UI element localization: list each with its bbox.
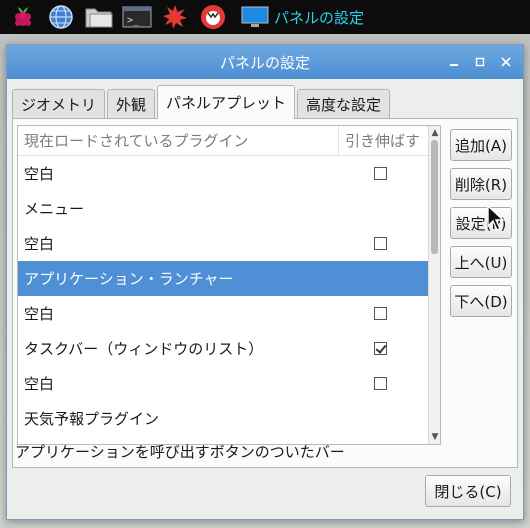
stretch-checkbox[interactable]	[373, 377, 387, 390]
tab-panel-applets[interactable]: パネルアプレット	[157, 85, 296, 119]
plugin-name: 空白	[24, 165, 55, 183]
close-icon[interactable]	[495, 51, 517, 73]
plugin-name: 天気予報プラグイン	[24, 410, 160, 428]
remove-button[interactable]: 削除(R)	[450, 168, 512, 200]
list-scrollbar[interactable]: ▲ ▼	[428, 126, 440, 444]
tab-advanced[interactable]: 高度な設定	[297, 89, 391, 119]
list-item[interactable]: 天気予報プラグイン	[18, 401, 440, 436]
mathematica-icon[interactable]	[158, 2, 192, 32]
svg-text:>_: >_	[127, 15, 140, 26]
add-button[interactable]: 追加(A)	[450, 129, 512, 161]
column-header-plugins[interactable]: 現在ロードされているプラグイン	[18, 130, 338, 151]
tab-geometry[interactable]: ジオメトリ	[12, 89, 106, 119]
wolfram-icon[interactable]	[196, 2, 230, 32]
plugin-name: 空白	[24, 375, 55, 393]
terminal-icon[interactable]: >_	[120, 2, 154, 32]
list-item[interactable]: 空白	[18, 226, 440, 261]
scrollbar-thumb[interactable]	[431, 140, 438, 254]
file-manager-icon[interactable]	[82, 2, 116, 32]
move-up-button[interactable]: 上へ(U)	[450, 246, 512, 278]
stretch-checkbox[interactable]	[373, 237, 387, 250]
taskbar-window-title: パネルの設定	[274, 8, 365, 27]
maximize-icon[interactable]	[469, 51, 491, 73]
settings-tabs: ジオメトリ 外観 パネルアプレット 高度な設定	[12, 85, 392, 119]
taskbar-active-window[interactable]: パネルの設定	[240, 5, 364, 29]
top-panel: >_ パネルの設定	[0, 0, 530, 34]
list-header: 現在ロードされているプラグイン 引き伸ばす	[18, 126, 440, 156]
plugin-name: アプリケーション・ランチャー	[24, 270, 234, 288]
web-browser-icon[interactable]	[44, 2, 78, 32]
panel-settings-window: パネルの設定 ジオメトリ 外観 パネルアプレット 高度な設定 現在ロードされてい…	[6, 44, 524, 520]
stretch-checkbox[interactable]	[373, 307, 387, 320]
plugin-name: メニュー	[24, 200, 85, 218]
list-item[interactable]: メニュー	[18, 191, 440, 226]
list-item[interactable]: 空白	[18, 156, 440, 191]
plugin-name: 空白	[24, 235, 55, 253]
plugin-name: タスクバー（ウィンドウのリスト）	[24, 340, 264, 358]
scroll-down-icon[interactable]: ▼	[429, 431, 440, 443]
list-item[interactable]: タスクバー（ウィンドウのリスト）	[18, 331, 440, 366]
raspberry-menu-icon[interactable]	[6, 2, 40, 32]
list-item-selected[interactable]: アプリケーション・ランチャー	[18, 261, 440, 296]
scroll-up-icon[interactable]: ▲	[429, 127, 440, 139]
close-button[interactable]: 閉じる(C)	[425, 475, 511, 507]
window-titlebar[interactable]: パネルの設定	[7, 45, 523, 79]
minimize-icon[interactable]	[443, 51, 465, 73]
tab-appearance[interactable]: 外観	[107, 89, 156, 119]
monitor-icon	[241, 6, 269, 27]
panel-applets-pane: 現在ロードされているプラグイン 引き伸ばす 空白 メニュー 空白 アプリケーショ…	[12, 118, 518, 468]
plugin-list[interactable]: 現在ロードされているプラグイン 引き伸ばす 空白 メニュー 空白 アプリケーショ…	[17, 125, 441, 445]
mouse-pointer-icon	[487, 204, 505, 231]
stretch-checkbox-checked[interactable]	[373, 342, 387, 355]
plugin-name: 空白	[24, 305, 55, 323]
list-item[interactable]: 空白	[18, 296, 440, 331]
list-item[interactable]: 空白	[18, 366, 440, 401]
move-down-button[interactable]: 下へ(D)	[450, 285, 512, 317]
column-header-stretch[interactable]: 引き伸ばす	[338, 126, 422, 155]
plugin-description: アプリケーションを呼び出すボタンのついたバー	[15, 443, 345, 461]
stretch-checkbox[interactable]	[373, 167, 387, 180]
window-title: パネルの設定	[219, 53, 310, 72]
